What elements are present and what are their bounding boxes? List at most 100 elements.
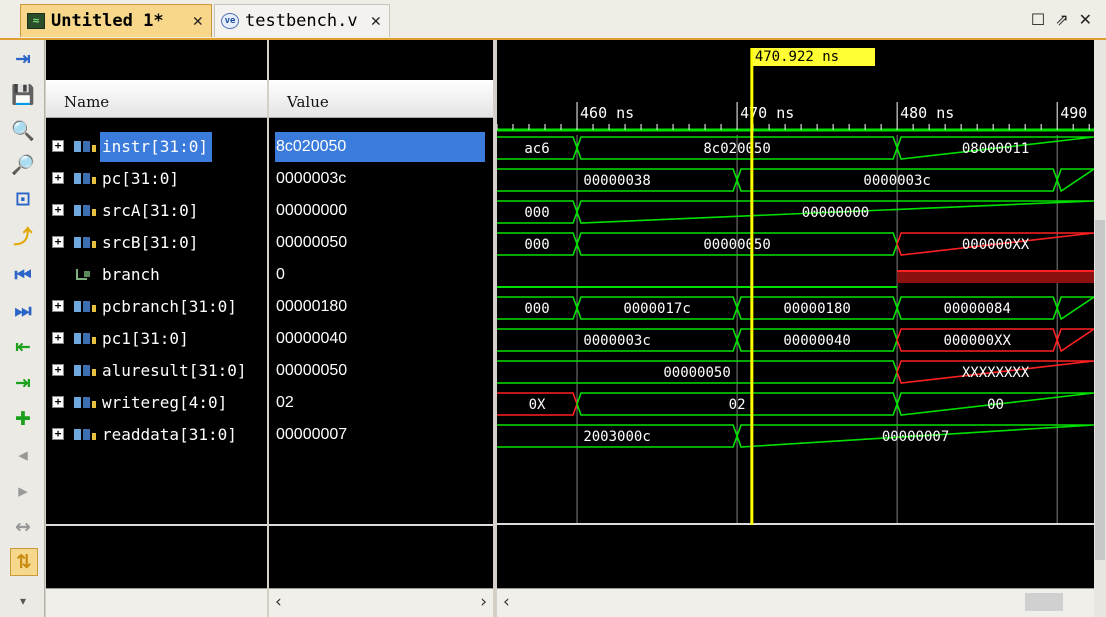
- names-horizontal-scrollbar[interactable]: [46, 588, 267, 617]
- bus-signal-icon: [74, 365, 96, 376]
- restore-icon[interactable]: ☐: [1031, 10, 1055, 29]
- signal-row[interactable]: branch: [46, 260, 267, 290]
- value-row[interactable]: 00000050: [269, 356, 493, 386]
- value-row[interactable]: 00000007: [269, 420, 493, 450]
- signal-row[interactable]: + pc1[31:0]: [46, 324, 267, 354]
- wave-horizontal-scrollbar[interactable]: ‹: [497, 588, 1094, 617]
- bit-unknown-band: [897, 271, 1094, 283]
- float-icon[interactable]: ⇗: [1055, 10, 1078, 29]
- wave-value-label: 000000XX: [962, 237, 1030, 253]
- bus-signal-icon: [74, 429, 96, 440]
- scroll-left-icon[interactable]: ‹: [503, 592, 510, 612]
- signal-value: 00000050: [276, 362, 348, 379]
- tab-testbench[interactable]: ve testbench.v ✕: [214, 4, 390, 37]
- value-header-label: Value: [287, 93, 329, 111]
- expand-icon[interactable]: +: [52, 428, 64, 440]
- wave-value-label: 00: [987, 397, 1004, 413]
- zoom-in-icon[interactable]: 🔍: [10, 118, 36, 144]
- waveform-canvas[interactable]: 460 ns 470 ns 480 ns 490 ac6 8c020050 08000011…: [497, 40, 1094, 589]
- signal-row[interactable]: + pcbranch[31:0]: [46, 292, 267, 322]
- swap-cursors-icon[interactable]: ↔: [10, 514, 36, 540]
- bus-wave-segment: [1056, 296, 1094, 321]
- signal-value: 8c020050: [276, 138, 347, 155]
- wave-value-label: 00000007: [882, 429, 949, 445]
- signal-row[interactable]: + instr[31:0]: [46, 132, 267, 162]
- bus-signal-icon: [74, 333, 96, 344]
- go-to-cursor-icon[interactable]: ⇥: [10, 46, 36, 72]
- value-column-header[interactable]: Value: [269, 80, 493, 118]
- wave-value-label: 0000003c: [863, 173, 930, 189]
- expand-icon[interactable]: +: [52, 172, 64, 184]
- signal-value: 0000003c: [276, 170, 347, 187]
- value-row[interactable]: 00000000: [269, 196, 493, 226]
- vscroll-thumb[interactable]: [1095, 220, 1105, 560]
- value-row[interactable]: 00000040: [269, 324, 493, 354]
- waveform-pane[interactable]: 460 ns 470 ns 480 ns 490 ac6 8c020050 08000011…: [497, 40, 1094, 617]
- zoom-fit-icon[interactable]: ⊡: [10, 186, 36, 212]
- wave-value-label: 00000000: [802, 205, 869, 221]
- tab-untitled-1[interactable]: ≈ Untitled 1* ✕: [20, 4, 212, 37]
- ruler-label: 480 ns: [900, 104, 954, 122]
- expand-icon[interactable]: +: [52, 332, 64, 344]
- value-row[interactable]: 00000180: [269, 292, 493, 322]
- wave-value-label: 00000050: [663, 365, 730, 381]
- vertical-scrollbar[interactable]: [1094, 40, 1106, 617]
- signal-row[interactable]: + srcA[31:0]: [46, 196, 267, 226]
- value-row[interactable]: 0: [269, 260, 493, 290]
- value-row[interactable]: 00000050: [269, 228, 493, 258]
- pane-divider: [269, 524, 493, 526]
- values-horizontal-scrollbar[interactable]: ‹ ›: [269, 588, 493, 617]
- snap-to-transition-icon[interactable]: ⇅: [10, 548, 38, 576]
- expand-icon[interactable]: +: [52, 364, 64, 376]
- ruler-label: 470 ns: [740, 104, 794, 122]
- expand-icon[interactable]: +: [52, 204, 64, 216]
- save-icon[interactable]: 💾: [10, 82, 36, 108]
- close-icon[interactable]: ✕: [1079, 10, 1102, 29]
- close-tab-icon[interactable]: ✕: [193, 11, 203, 31]
- name-column-header[interactable]: Name: [46, 80, 267, 118]
- signal-row[interactable]: + pc[31:0]: [46, 164, 267, 194]
- previous-marker-icon[interactable]: ◂: [10, 442, 36, 468]
- go-to-last-time-icon[interactable]: ⏭: [10, 298, 36, 324]
- expand-icon[interactable]: +: [52, 300, 64, 312]
- editor-tab-bar: ≈ Untitled 1* ✕ ve testbench.v ✕ ☐⇗✕: [0, 0, 1106, 40]
- toolbar-overflow-icon[interactable]: ▾: [10, 588, 36, 614]
- pane-divider: [46, 524, 267, 526]
- signal-value: 00000007: [276, 426, 348, 443]
- scroll-thumb[interactable]: [1025, 593, 1063, 611]
- signal-value: 00000000: [276, 202, 348, 219]
- bus-signal-icon: [74, 205, 96, 216]
- wave-value-label: 8c020050: [703, 141, 770, 157]
- signal-name: pc[31:0]: [102, 169, 180, 188]
- zoom-out-icon[interactable]: 🔎: [10, 152, 36, 178]
- wave-value-label: 00000050: [703, 237, 770, 253]
- value-row[interactable]: 0000003c: [269, 164, 493, 194]
- signal-value: 00000180: [276, 298, 348, 315]
- wave-value-label: 000: [524, 301, 549, 317]
- signal-row[interactable]: + aluresult[31:0]: [46, 356, 267, 386]
- signal-row[interactable]: + readdata[31:0]: [46, 420, 267, 450]
- signal-name-pane: Name + instr[31:0] + pc[31:0] + srcA[31:0] + sr…: [46, 40, 267, 617]
- scroll-right-icon[interactable]: ›: [480, 592, 487, 612]
- previous-transition-icon[interactable]: ⇤: [10, 334, 36, 360]
- wave-value-label: XXXXXXXX: [962, 365, 1030, 381]
- expand-icon[interactable]: +: [52, 140, 64, 152]
- tab-label: Untitled 1*: [51, 11, 164, 31]
- add-marker-icon[interactable]: ✚: [10, 406, 36, 432]
- signal-row[interactable]: + srcB[31:0]: [46, 228, 267, 258]
- value-row[interactable]: 8c020050: [275, 132, 485, 162]
- signal-row[interactable]: + writereg[4:0]: [46, 388, 267, 418]
- scroll-left-icon[interactable]: ‹: [275, 592, 282, 612]
- close-tab-icon[interactable]: ✕: [371, 11, 381, 31]
- go-to-time-0-icon[interactable]: ⏮: [10, 262, 36, 288]
- expand-icon[interactable]: +: [52, 396, 64, 408]
- bus-signal-icon: [74, 397, 96, 408]
- wave-value-label: 2003000c: [583, 429, 650, 445]
- go-to-time-icon[interactable]: ⤴: [10, 224, 36, 250]
- ruler-label: 460 ns: [580, 104, 634, 122]
- next-transition-icon[interactable]: ⇥: [10, 370, 36, 396]
- next-marker-icon[interactable]: ▸: [10, 478, 36, 504]
- value-row[interactable]: 02: [269, 388, 493, 418]
- bus-signal-icon: [74, 237, 96, 248]
- expand-icon[interactable]: +: [52, 236, 64, 248]
